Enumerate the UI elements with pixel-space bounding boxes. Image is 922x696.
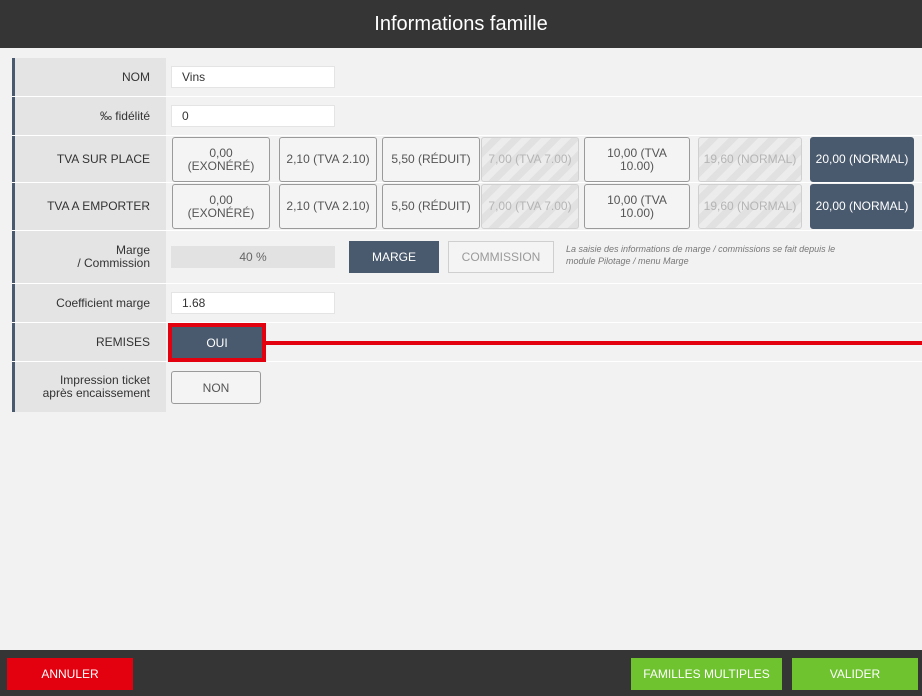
- coefficient-input[interactable]: 1.68: [171, 292, 335, 314]
- tva-a-emporter-option[interactable]: 0,00 (EXONÉRÉ): [172, 184, 270, 229]
- tva-sur-place-option[interactable]: 5,50 (RÉDUIT): [382, 137, 480, 182]
- tva-sur-place-label-text: TVA SUR PLACE: [56, 151, 150, 166]
- marge-value-field: 40 %: [171, 246, 335, 268]
- annotation-pointer-line: [266, 341, 922, 345]
- valider-button[interactable]: VALIDER: [792, 658, 918, 690]
- tva-sur-place-option[interactable]: 19,60 (NORMAL): [698, 137, 802, 182]
- dialog-footer: ANNULER FAMILLES MULTIPLES VALIDER: [0, 650, 922, 696]
- coefficient-label: Coefficient marge: [12, 284, 166, 322]
- impression-label: Impression ticket après encaissement: [12, 362, 166, 412]
- row-separator: [12, 322, 922, 323]
- remises-label: REMISES: [12, 323, 166, 361]
- tva-sur-place-option[interactable]: 10,00 (TVA 10.00): [584, 137, 690, 182]
- row-separator: [12, 96, 922, 97]
- dialog-title: Informations famille: [374, 12, 548, 35]
- tva-a-emporter-option[interactable]: 19,60 (NORMAL): [698, 184, 802, 229]
- commission-button[interactable]: COMMISSION: [448, 241, 554, 273]
- impression-non-button[interactable]: NON: [171, 371, 261, 404]
- nom-label-text: NOM: [122, 69, 150, 84]
- fidelite-label-text: ‰ fidélité: [99, 108, 150, 123]
- tva-sur-place-option[interactable]: 2,10 (TVA 2.10): [279, 137, 377, 182]
- fidelite-label: ‰ fidélité: [12, 97, 166, 135]
- row-separator: [12, 230, 922, 231]
- impression-label-line2: après encaissement: [42, 386, 150, 400]
- dialog-header: Informations famille: [0, 0, 922, 48]
- row-separator: [12, 361, 922, 362]
- row-separator: [12, 182, 922, 183]
- tva-a-emporter-option[interactable]: 20,00 (NORMAL): [810, 184, 914, 229]
- marge-button[interactable]: MARGE: [349, 241, 439, 273]
- row-separator: [12, 135, 922, 136]
- fidelite-input[interactable]: 0: [171, 105, 335, 127]
- annuler-button[interactable]: ANNULER: [7, 658, 133, 690]
- tva-a-emporter-label-text: TVA A EMPORTER: [47, 199, 150, 213]
- tva-a-emporter-option[interactable]: 5,50 (RÉDUIT): [382, 184, 480, 229]
- highlight-box: [168, 323, 266, 362]
- familles-multiples-button[interactable]: FAMILLES MULTIPLES: [631, 658, 782, 690]
- marge-info-note: La saisie des informations de marge / co…: [566, 244, 836, 266]
- nom-input[interactable]: Vins: [171, 66, 335, 88]
- coefficient-label-text: Coefficient marge: [56, 295, 150, 310]
- tva-a-emporter-label: TVA A EMPORTER: [12, 183, 166, 230]
- tva-a-emporter-option[interactable]: 2,10 (TVA 2.10): [279, 184, 377, 229]
- marge-label-line2: / Commission: [77, 256, 150, 270]
- tva-sur-place-option[interactable]: 0,00 (EXONÉRÉ): [172, 137, 270, 182]
- row-separator: [12, 283, 922, 284]
- tva-a-emporter-option[interactable]: 7,00 (TVA 7.00): [481, 184, 579, 229]
- remises-label-text: REMISES: [95, 334, 150, 349]
- marge-label: Marge / Commission: [12, 231, 166, 283]
- tva-sur-place-option[interactable]: 20,00 (NORMAL): [810, 137, 914, 182]
- nom-label: NOM: [12, 58, 166, 96]
- tva-sur-place-label: TVA SUR PLACE: [12, 136, 166, 182]
- tva-sur-place-option[interactable]: 7,00 (TVA 7.00): [481, 137, 579, 182]
- tva-a-emporter-option[interactable]: 10,00 (TVA 10.00): [584, 184, 690, 229]
